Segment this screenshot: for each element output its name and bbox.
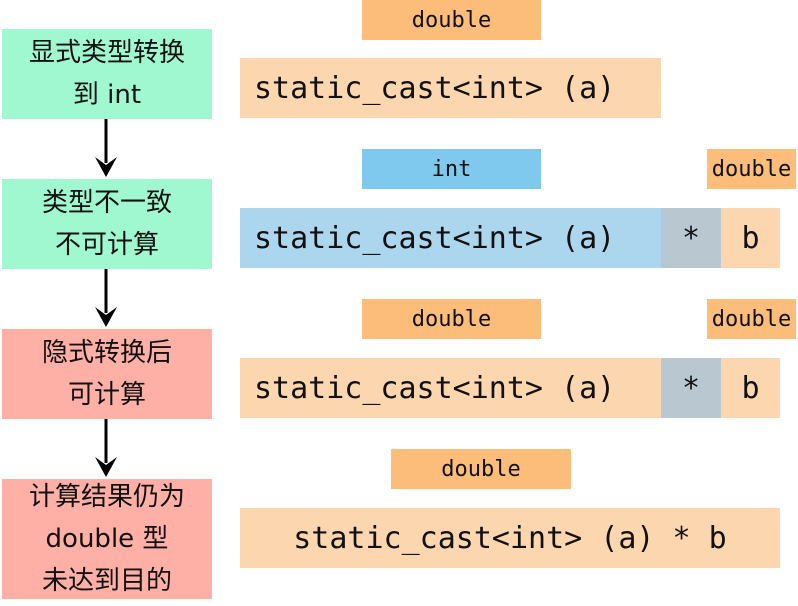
step-explicit-cast-line-2: 到 int — [72, 80, 142, 110]
expr-operand-segment: b — [721, 358, 780, 418]
step-implicit-conversion: 隐式转换后 可计算 — [2, 329, 212, 419]
expr-operator-segment: * — [661, 208, 721, 268]
step-type-mismatch-line-2: 不可计算 — [54, 230, 159, 260]
step-type-mismatch-line-1: 类型不一致 — [41, 188, 172, 218]
expr-cast-segment: static_cast<int> (a) — [240, 208, 661, 268]
step-type-mismatch: 类型不一致 不可计算 — [2, 179, 212, 269]
expr-operand-segment: b — [721, 208, 780, 268]
expression-row-1: static_cast<int> (a) — [240, 58, 661, 118]
expression-row-2: static_cast<int> (a) * b — [240, 208, 780, 268]
type-tag-double: double — [362, 299, 541, 339]
down-arrow-icon — [95, 119, 117, 177]
type-tag-double: double — [707, 149, 796, 189]
type-tag-double: double — [391, 449, 571, 489]
expr-cast-segment: static_cast<int> (a) — [240, 58, 661, 118]
down-arrow-icon — [95, 419, 117, 477]
type-tag-double: double — [707, 299, 796, 339]
expression-row-4: static_cast<int> (a) * b — [240, 508, 780, 568]
step-result-line-1: 计算结果仍为 — [28, 482, 185, 512]
expression-row-3: static_cast<int> (a) * b — [240, 358, 780, 418]
down-arrow-icon — [95, 269, 117, 327]
step-result-still-double: 计算结果仍为 double 型 未达到目的 — [2, 479, 212, 599]
step-result-line-3: 未达到目的 — [41, 566, 172, 596]
expr-full-segment: static_cast<int> (a) * b — [240, 508, 780, 568]
type-tag-double: double — [362, 0, 541, 40]
step-explicit-cast-line-1: 显式类型转换 — [28, 38, 185, 68]
step-implicit-conversion-line-1: 隐式转换后 — [41, 338, 172, 368]
step-explicit-cast: 显式类型转换 到 int — [2, 29, 212, 119]
expr-cast-segment: static_cast<int> (a) — [240, 358, 661, 418]
step-result-line-2: double 型 — [45, 524, 169, 554]
type-tag-int: int — [362, 149, 541, 189]
step-implicit-conversion-line-2: 可计算 — [67, 380, 146, 410]
expr-operator-segment: * — [661, 358, 721, 418]
